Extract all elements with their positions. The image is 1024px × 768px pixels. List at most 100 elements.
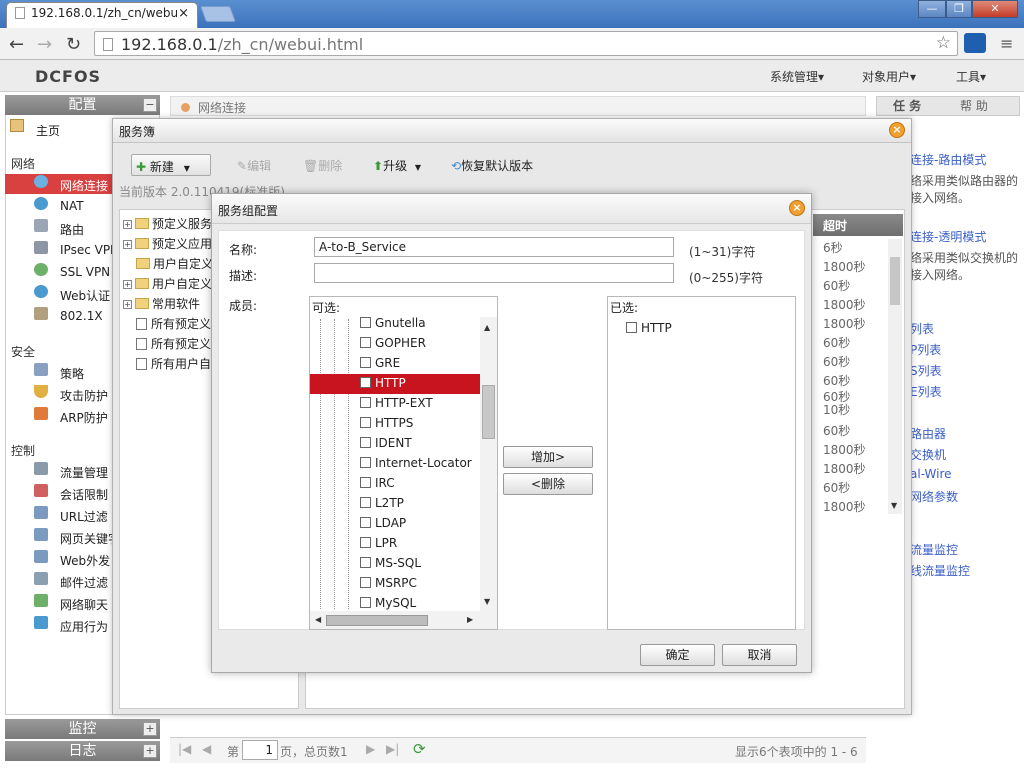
maximize-button[interactable]: ❐ <box>946 0 972 18</box>
tree-item[interactable]: + 常用软件 <box>123 295 200 312</box>
task-link[interactable]: 路由器 <box>910 425 946 442</box>
tab-help[interactable]: 帮 助 <box>960 97 988 114</box>
config-section-header[interactable]: 配置 − <box>5 95 160 115</box>
available-item[interactable]: MSRPC <box>360 574 480 594</box>
menu-tools[interactable]: 工具▾ <box>956 68 986 85</box>
scroll-down-arrow-icon[interactable]: ▼ <box>891 501 897 510</box>
task-link[interactable]: al-Wire <box>910 467 952 481</box>
prev-page-icon[interactable]: ◀ <box>202 742 211 756</box>
task-link[interactable]: 交换机 <box>910 446 946 463</box>
expand-icon[interactable]: + <box>143 744 157 758</box>
available-item[interactable]: GRE <box>360 354 480 374</box>
last-page-icon[interactable]: ▶| <box>386 742 399 756</box>
timeout-column-header[interactable]: 超时 <box>813 214 903 236</box>
tree-item[interactable]: 所有预定义 <box>136 335 211 352</box>
tree-item[interactable]: + 预定义应用 <box>123 235 212 252</box>
cancel-button[interactable]: 取消 <box>722 644 797 666</box>
nav-item-network-chat[interactable]: 网络聊天 <box>60 596 108 613</box>
tree-item[interactable]: + 用户自定义 <box>123 275 212 292</box>
nav-item-arp-defense[interactable]: ARP防护 <box>60 409 108 426</box>
nav-item-attack-defense[interactable]: 攻击防护 <box>60 387 108 404</box>
task-link[interactable]: 连接-路由模式 <box>910 151 986 168</box>
menu-system-management[interactable]: 系统管理▾ <box>770 68 824 85</box>
available-item[interactable]: Internet-Locator <box>360 454 480 474</box>
nav-item-policy[interactable]: 策略 <box>60 365 84 382</box>
expand-icon[interactable]: + <box>123 280 132 289</box>
page-input[interactable] <box>242 740 278 760</box>
next-page-icon[interactable]: ▶ <box>366 742 375 756</box>
description-input[interactable] <box>314 263 674 283</box>
available-item[interactable]: MS-SQL <box>360 554 480 574</box>
available-item[interactable]: L2TP <box>360 494 480 514</box>
delete-button[interactable]: 🗑删除 <box>299 154 346 176</box>
edit-button[interactable]: ✎编辑 <box>233 154 275 176</box>
remove-button[interactable]: <删除 <box>503 473 593 495</box>
close-icon[interactable]: × <box>889 122 905 138</box>
upgrade-button[interactable]: ⬆升级 ▼ <box>369 154 425 176</box>
tree-item[interactable]: 用户自定义 <box>136 255 213 272</box>
tab-close-icon[interactable]: × <box>178 6 189 21</box>
scroll-right-arrow-icon[interactable]: ▶ <box>467 615 473 624</box>
nav-item-route[interactable]: 路由 <box>60 221 84 238</box>
available-item[interactable]: IDENT <box>360 434 480 454</box>
log-section-header[interactable]: 日志 + <box>5 741 160 761</box>
close-icon[interactable]: × <box>789 200 805 216</box>
first-page-icon[interactable]: |◀ <box>178 742 191 756</box>
grid-scroll-thumb[interactable] <box>890 257 900 305</box>
scroll-down-arrow-icon[interactable]: ▼ <box>484 597 490 606</box>
forward-arrow-icon[interactable]: → <box>37 34 52 55</box>
expand-icon[interactable]: + <box>123 240 132 249</box>
nav-item-url-filter[interactable]: URL过滤 <box>60 508 108 525</box>
name-input[interactable] <box>314 237 674 257</box>
nav-item-nat[interactable]: NAT <box>60 199 84 213</box>
minimize-button[interactable]: — <box>918 0 946 18</box>
available-services-list[interactable]: 可选: Gnutella GOPHER GRE HTTP HTTP-EXT HT… <box>309 296 498 630</box>
back-arrow-icon[interactable]: ← <box>9 34 24 55</box>
task-link[interactable]: 连接-透明模式 <box>910 228 986 245</box>
available-item[interactable]: HTTPS <box>360 414 480 434</box>
menu-objects-users[interactable]: 对象用户▾ <box>862 68 916 85</box>
bookmark-star-icon[interactable]: ☆ <box>936 33 951 53</box>
refresh-icon[interactable]: ⟳ <box>413 740 426 758</box>
nav-item-ipsec-vpn[interactable]: IPsec VPN <box>60 243 119 257</box>
available-item[interactable]: HTTP-EXT <box>360 394 480 414</box>
tab-tasks[interactable]: 任 务 <box>893 97 921 114</box>
nav-item-web-outbound[interactable]: Web外发 <box>60 552 110 569</box>
add-button[interactable]: 增加> <box>503 446 593 468</box>
nav-item-app-behavior[interactable]: 应用行为 <box>60 618 108 635</box>
nav-item-web-keyword[interactable]: 网页关键字 <box>60 530 120 547</box>
nav-item-mail-filter[interactable]: 邮件过滤 <box>60 574 108 591</box>
tree-item[interactable]: 所有用户自 <box>136 355 211 372</box>
browser-tab[interactable]: 192.168.0.1/zh_cn/webu × <box>6 2 198 28</box>
task-link[interactable]: 网络参数 <box>910 488 958 505</box>
collapse-icon[interactable]: − <box>143 98 157 112</box>
task-link[interactable]: 线流量监控 <box>910 562 970 579</box>
nav-item-web-auth[interactable]: Web认证 <box>60 287 110 304</box>
new-button[interactable]: ✚ 新建 ▼ <box>131 154 211 176</box>
nav-home[interactable]: 主页 <box>36 122 60 139</box>
close-window-button[interactable]: ✕ <box>972 0 1018 18</box>
selected-services-list[interactable]: 已选: HTTP <box>607 296 796 630</box>
task-link[interactable]: P列表 <box>910 341 941 358</box>
vertical-scrollbar[interactable]: ▲ ▼ <box>480 317 497 611</box>
available-item[interactable]: IRC <box>360 474 480 494</box>
nav-item-8021x[interactable]: 802.1X <box>60 309 103 323</box>
expand-icon[interactable]: + <box>123 300 132 309</box>
scroll-left-arrow-icon[interactable]: ◀ <box>315 615 321 624</box>
ok-button[interactable]: 确定 <box>640 644 715 666</box>
available-item-selected[interactable]: HTTP <box>310 374 480 394</box>
restore-default-button[interactable]: ⟲恢复默认版本 <box>447 154 537 176</box>
task-link[interactable]: 流量监控 <box>910 541 958 558</box>
menu-icon[interactable]: ≡ <box>1000 34 1013 53</box>
available-item[interactable]: GOPHER <box>360 334 480 354</box>
task-link[interactable]: 列表 <box>910 320 934 337</box>
selected-item[interactable]: HTTP <box>626 319 746 339</box>
available-item[interactable]: Gnutella <box>360 314 480 334</box>
address-bar[interactable]: 192.168.0.1/zh_cn/webui.html ☆ <box>94 31 958 56</box>
task-link[interactable]: S列表 <box>910 362 942 379</box>
nav-item-network-connection[interactable]: 网络连接 <box>60 177 108 194</box>
tree-item[interactable]: 所有预定义 <box>136 315 211 332</box>
reload-icon[interactable]: ↻ <box>66 34 81 55</box>
new-tab-button[interactable] <box>200 6 236 22</box>
monitor-section-header[interactable]: 监控 + <box>5 719 160 739</box>
